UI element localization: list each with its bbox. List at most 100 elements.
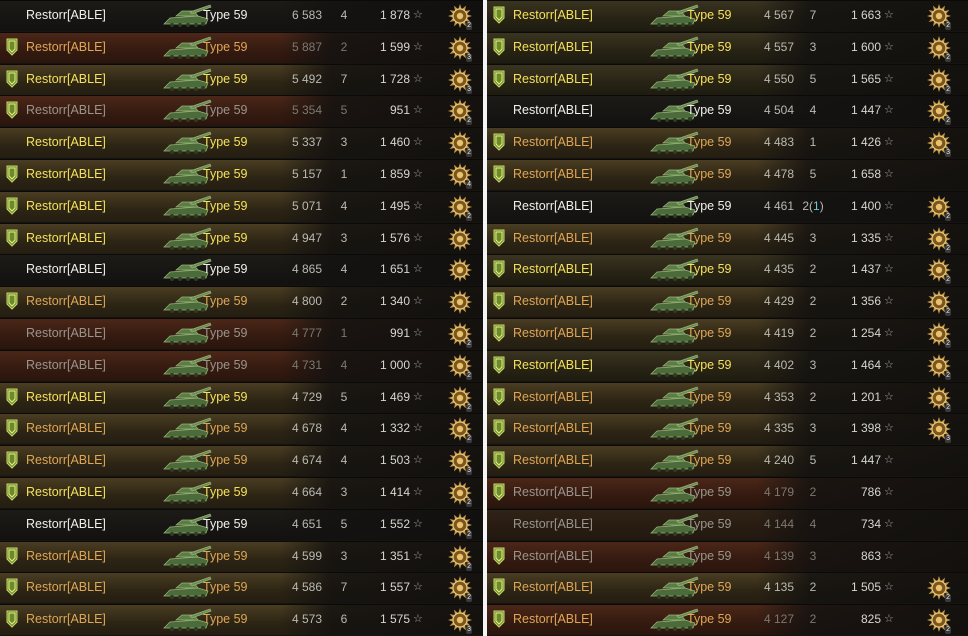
result-row[interactable]: Restorr[ABLE] Type 59 4 135 2 1 505 ☆ 2: [487, 572, 968, 604]
result-row[interactable]: Restorr[ABLE] Type 59 5 354 5 951 ☆ 2: [0, 95, 483, 127]
result-row[interactable]: Restorr[ABLE] Type 59 4 800 2 1 340 ☆: [0, 286, 483, 318]
result-row[interactable]: Restorr[ABLE] Type 59 4 127 2 825 ☆ 2: [487, 604, 968, 636]
result-row[interactable]: Restorr[ABLE] Type 59 5 492 7 1 728 ☆ 3: [0, 63, 483, 95]
medal-icon[interactable]: 2: [926, 289, 952, 317]
result-row[interactable]: Restorr[ABLE] Type 59 4 144 4 734 ☆: [487, 508, 968, 540]
result-row[interactable]: Restorr[ABLE] Type 59 4 586 7 1 557 ☆ 2: [0, 572, 483, 604]
medal-icon[interactable]: 3: [447, 67, 473, 95]
result-row[interactable]: Restorr[ABLE] Type 59 4 550 5 1 565 ☆ 2: [487, 63, 968, 95]
result-row[interactable]: Restorr[ABLE] Type 59 5 071 4 1 495 ☆ 2: [0, 190, 483, 222]
medal-icon[interactable]: 2: [447, 194, 473, 222]
medal-icon[interactable]: 2: [926, 194, 952, 222]
medal-icon[interactable]: 2: [926, 575, 952, 603]
medal-icon[interactable]: 3: [926, 416, 952, 444]
medal-icon[interactable]: 2: [447, 3, 473, 31]
kills-value: 4: [330, 358, 358, 372]
result-row[interactable]: Restorr[ABLE] Type 59 4 353 2 1 201 ☆ 2: [487, 381, 968, 413]
medal-icon[interactable]: [447, 289, 473, 317]
result-row[interactable]: Restorr[ABLE] Type 59 4 419 2 1 254 ☆ 2: [487, 318, 968, 349]
result-row[interactable]: Restorr[ABLE] Type 59 4 729 5 1 469 ☆ 2: [0, 381, 483, 413]
medal-icon[interactable]: 2: [447, 385, 473, 413]
medal-icon[interactable]: 2: [447, 416, 473, 444]
result-row[interactable]: Restorr[ABLE] Type 59 4 731 4 1 000 ☆ 2: [0, 349, 483, 381]
result-row[interactable]: Restorr[ABLE] Type 59 4 429 2 1 356 ☆ 2: [487, 286, 968, 318]
xp-value: 1 414: [379, 485, 410, 499]
kills-value: 2: [799, 390, 827, 404]
result-row[interactable]: Restorr[ABLE] Type 59 4 402 3 1 464 ☆ 2: [487, 349, 968, 381]
result-row[interactable]: Restorr[ABLE] Type 59 4 483 1 1 426 ☆ 3: [487, 127, 968, 159]
result-row[interactable]: Restorr[ABLE] Type 59 5 337 3 1 460 ☆ 2: [0, 127, 483, 159]
kills-count: 2: [809, 389, 817, 404]
result-row[interactable]: Restorr[ABLE] Type 59 4 139 3 863 ☆: [487, 540, 968, 572]
star-icon: ☆: [884, 231, 894, 244]
medal-icon[interactable]: [447, 257, 473, 285]
medal-icon[interactable]: 3: [447, 607, 473, 635]
medal-icon[interactable]: 2: [447, 575, 473, 603]
medal-icon[interactable]: 3: [447, 35, 473, 63]
medal-icon[interactable]: 2: [926, 35, 952, 63]
result-row[interactable]: Restorr[ABLE] Type 59 4 335 3 1 398 ☆ 3: [487, 413, 968, 445]
result-row[interactable]: Restorr[ABLE] Type 59 4 664 3 1 414 ☆ 2: [0, 477, 483, 508]
result-row[interactable]: Restorr[ABLE] Type 59 4 504 4 1 447 ☆ 2: [487, 95, 968, 127]
medal-icon[interactable]: [447, 226, 473, 254]
result-row[interactable]: Restorr[ABLE] Type 59 4 240 5 1 447 ☆: [487, 445, 968, 477]
result-row[interactable]: Restorr[ABLE] Type 59 4 947 3 1 576 ☆: [0, 222, 483, 254]
result-row[interactable]: Restorr[ABLE] Type 59 4 651 5 1 552 ☆ 2: [0, 508, 483, 540]
medal-icon[interactable]: 4: [447, 162, 473, 190]
medal-icon[interactable]: 2: [926, 226, 952, 254]
kills-value: 5: [799, 72, 827, 86]
medal-icon[interactable]: 2: [926, 257, 952, 285]
medal-icon[interactable]: 3: [926, 130, 952, 158]
player-name: Restorr[ABLE]: [513, 548, 593, 563]
result-row[interactable]: Restorr[ABLE] Type 59 5 157 1 1 859 ☆ 4: [0, 159, 483, 190]
medal-count: 2: [466, 22, 472, 30]
result-row[interactable]: Restorr[ABLE] Type 59 4 478 5 1 658 ☆: [487, 159, 968, 190]
medal-icon[interactable]: 2: [926, 67, 952, 95]
kills-value: 5: [799, 453, 827, 467]
damage-value: 4 445: [763, 230, 794, 245]
xp-value: 1 552: [379, 516, 410, 531]
medal-icon[interactable]: 2: [926, 385, 952, 413]
result-row[interactable]: Restorr[ABLE] Type 59 4 445 3 1 335 ☆ 2: [487, 222, 968, 254]
medal-icon[interactable]: 2: [447, 512, 473, 540]
result-row[interactable]: Restorr[ABLE] Type 59 4 435 2 1 437 ☆ 2: [487, 254, 968, 286]
medal-icon[interactable]: 2: [447, 130, 473, 158]
kills-count: 3: [340, 135, 348, 150]
result-row[interactable]: Restorr[ABLE] Type 59 4 179 2 786 ☆: [487, 477, 968, 508]
star-icon: ☆: [413, 9, 423, 21]
medal-icon[interactable]: 2: [926, 3, 952, 31]
result-row[interactable]: Restorr[ABLE] Type 59 4 557 3 1 600 ☆ 2: [487, 31, 968, 63]
medal-icon[interactable]: 2: [447, 98, 473, 126]
result-row[interactable]: Restorr[ABLE] Type 59 4 461 2(1) 1 400 ☆ 2: [487, 190, 968, 222]
medal-icon[interactable]: 2: [447, 353, 473, 381]
medal-icon[interactable]: 2: [926, 98, 952, 126]
medal-icon[interactable]: 3: [447, 448, 473, 476]
kills-value: 2: [799, 485, 827, 499]
result-row[interactable]: Restorr[ABLE] Type 59 6 583 4 1 878 ☆ 2: [0, 0, 483, 31]
assist-close-paren: ): [819, 198, 824, 213]
xp-value: 1 447: [850, 103, 881, 118]
xp-value: 1 332: [379, 421, 410, 436]
result-row[interactable]: Restorr[ABLE] Type 59 4 674 4 1 503 ☆ 3: [0, 445, 483, 477]
result-row[interactable]: Restorr[ABLE] Type 59 4 777 1 991 ☆ 2: [0, 318, 483, 349]
medal-icon[interactable]: 2: [447, 544, 473, 572]
damage-value: 4 567: [763, 8, 794, 22]
medal-icon[interactable]: 2: [926, 353, 952, 381]
result-row[interactable]: Restorr[ABLE] Type 59 4 678 4 1 332 ☆ 2: [0, 413, 483, 445]
star-icon: ☆: [884, 486, 894, 498]
medal-icon[interactable]: 2: [447, 321, 473, 349]
player-name: Restorr[ABLE]: [513, 294, 593, 309]
medal-icon[interactable]: 2: [926, 321, 952, 349]
damage-value: 4 429: [763, 294, 794, 309]
damage-value: 4 777: [291, 326, 322, 340]
medal-count: 2: [945, 626, 951, 635]
damage-value: 4 179: [763, 485, 794, 499]
kills-value: 2: [799, 294, 827, 308]
result-row[interactable]: Restorr[ABLE] Type 59 4 599 3 1 351 ☆ 2: [0, 540, 483, 572]
medal-icon[interactable]: 2: [447, 480, 473, 508]
result-row[interactable]: Restorr[ABLE] Type 59 4 573 6 1 575 ☆ 3: [0, 604, 483, 636]
result-row[interactable]: Restorr[ABLE] Type 59 4 865 4 1 651 ☆: [0, 254, 483, 286]
medal-icon[interactable]: 2: [926, 607, 952, 635]
result-row[interactable]: Restorr[ABLE] Type 59 4 567 7 1 663 ☆ 2: [487, 0, 968, 31]
result-row[interactable]: Restorr[ABLE] Type 59 5 887 2 1 599 ☆ 3: [0, 31, 483, 63]
